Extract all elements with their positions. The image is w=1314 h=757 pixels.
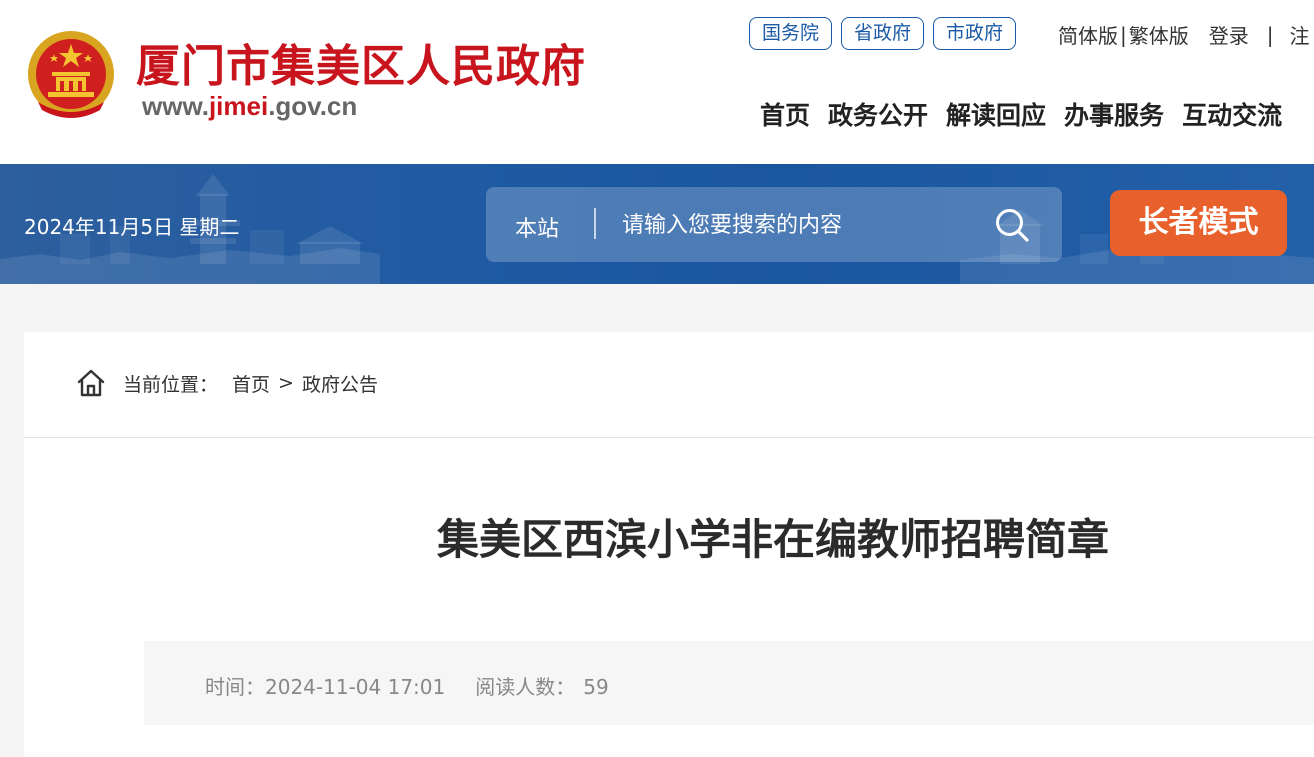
reads-label: 阅读人数： [475,675,576,699]
breadcrumb: 当前位置： 首页 > 政府公告 [76,368,378,398]
nav-interpretation[interactable]: 解读回应 [946,96,1046,132]
article-container: 当前位置： 首页 > 政府公告 集美区西滨小学非在编教师招聘简章 时间：2024… [24,332,1314,757]
breadcrumb-current[interactable]: 政府公告 [302,370,378,397]
current-date: 2024年11月5日 星期二 [24,215,240,239]
national-emblem-icon [28,31,114,118]
meta-text: 时间：2024-11-04 17:01 阅读人数： 59 [205,671,609,700]
article-meta: 时间：2024-11-04 17:01 阅读人数： 59 [144,641,1314,725]
search-divider [594,208,596,239]
nav-services[interactable]: 办事服务 [1064,96,1164,132]
search-box: 本站 [486,187,1062,262]
register-link[interactable]: 注 [1290,20,1310,49]
time-label: 时间： [205,675,265,699]
time-value: 2024-11-04 17:01 [265,675,446,699]
breadcrumb-home[interactable]: 首页 [232,370,270,397]
site-url: www.jimei.gov.cn [142,91,357,122]
traditional-link[interactable]: 繁体版 [1129,20,1189,49]
search-scope[interactable]: 本站 [515,211,559,243]
breadcrumb-prefix: 当前位置： [123,373,219,396]
version-separator: | [1120,22,1127,47]
tools-separator: | [1266,22,1274,47]
nav-home[interactable]: 首页 [760,96,810,132]
search-input[interactable] [622,205,982,245]
nav-interaction[interactable]: 互动交流 [1182,96,1282,132]
gov-link-state-council[interactable]: 国务院 [749,17,833,50]
reads-value: 59 [583,675,609,699]
search-icon[interactable] [994,207,1030,243]
breadcrumb-separator: > [278,372,294,394]
article-title: 集美区西滨小学非在编教师招聘简章 [436,515,1109,564]
site-header: 厦门市集美区人民政府 www.jimei.gov.cn 国务院 省政府 市政府 … [0,0,1314,164]
simplified-link[interactable]: 简体版 [1058,20,1118,49]
site-url-suffix: .gov.cn [268,91,358,121]
elder-mode-button[interactable]: 长者模式 [1110,190,1287,256]
breadcrumb-divider [24,437,1314,438]
gov-link-province[interactable]: 省政府 [841,17,925,50]
main-nav: 首页 政务公开 解读回应 办事服务 互动交流 [760,96,1282,132]
nav-gov-affairs[interactable]: 政务公开 [828,96,928,132]
gov-links: 国务院 省政府 市政府 [749,17,1017,50]
banner: 2024年11月5日 星期二 本站 长者模式 [0,164,1314,284]
login-link[interactable]: 登录 [1209,20,1249,49]
top-tools: 简体版 | 繁体版 登录 | 注 [1058,20,1310,49]
site-title[interactable]: 厦门市集美区人民政府 [136,30,586,94]
site-url-highlight: jimei [208,91,269,121]
gov-link-city[interactable]: 市政府 [933,17,1017,50]
site-url-prefix: www. [142,91,209,121]
home-icon[interactable] [76,368,106,398]
